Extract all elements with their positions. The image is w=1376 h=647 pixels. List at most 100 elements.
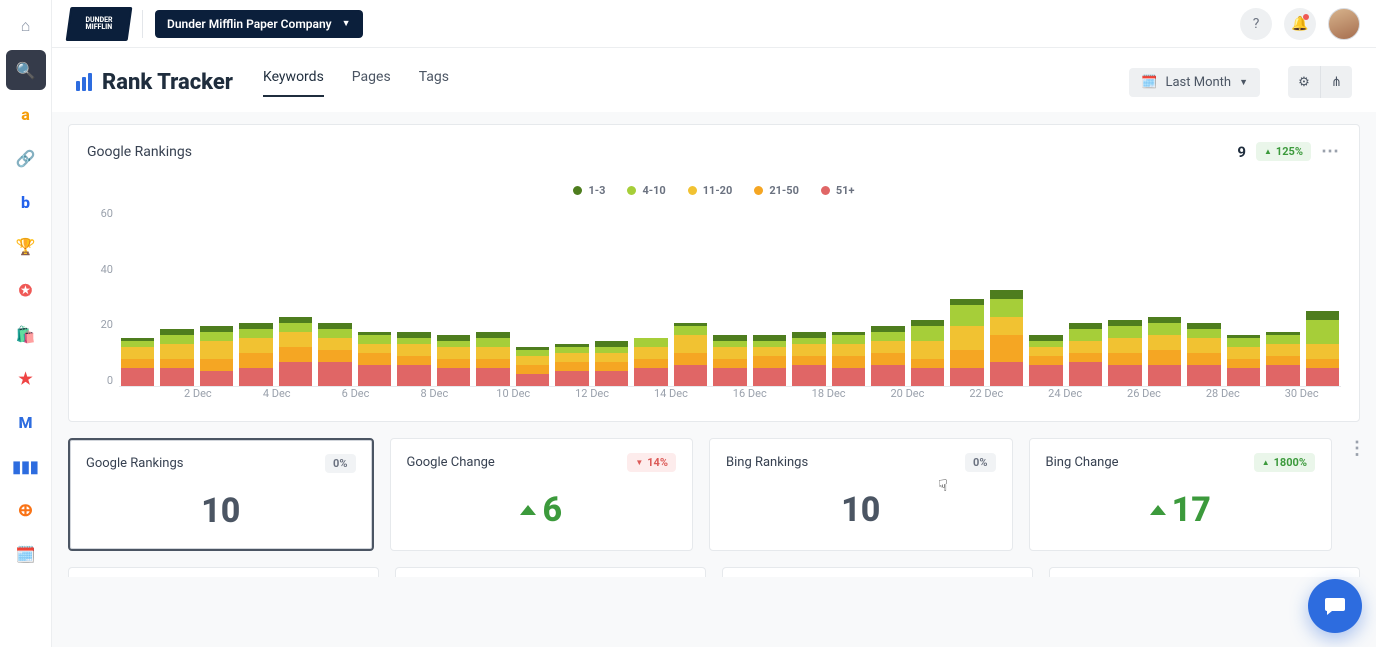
logo-line2: MIFFLIN xyxy=(85,24,112,31)
bar-col xyxy=(950,299,983,386)
bar-col xyxy=(1148,317,1181,386)
next-row-peek xyxy=(68,567,1360,577)
bag-icon: 🛍️ xyxy=(16,325,36,344)
b-icon: b xyxy=(21,193,30,212)
star-icon: ★ xyxy=(18,369,32,388)
metric-google-change[interactable]: Google Change ▼ 14% 6 xyxy=(390,438,694,551)
m-icon: M xyxy=(18,413,32,432)
rail-links[interactable]: 🔗 xyxy=(6,138,46,178)
x-tick: 14 Dec xyxy=(631,387,710,411)
rail-m[interactable]: M xyxy=(6,402,46,442)
avatar[interactable] xyxy=(1328,8,1360,40)
bar-col xyxy=(358,332,391,386)
metric-row-more[interactable]: ⋮ xyxy=(1348,438,1360,459)
trophy-icon: 🏆 xyxy=(16,237,36,256)
share-icon: ⋔ xyxy=(1331,75,1342,90)
metric-cards-row: Google Rankings 0% 10 Google Change ▼ 14… xyxy=(68,438,1360,551)
metric-bing-change[interactable]: Bing Change ▲ 1800% 17 xyxy=(1029,438,1333,551)
bar-col xyxy=(437,335,470,386)
rail-star[interactable]: ★ xyxy=(6,358,46,398)
calendar-icon: 🗓️ xyxy=(16,545,36,564)
metric-value: 17 xyxy=(1046,490,1316,530)
chart-summary-delta: ▲ 125% xyxy=(1256,142,1311,161)
cursor-icon: ☟ xyxy=(938,476,948,495)
date-range-dropdown[interactable]: 🗓️ Last Month ▼ xyxy=(1129,68,1260,97)
rail-fire[interactable]: ⴲ xyxy=(6,490,46,530)
rank-tracker-icon xyxy=(76,73,92,91)
bar-col xyxy=(239,323,272,386)
tab-tags[interactable]: Tags xyxy=(419,69,449,95)
rail-search[interactable]: 🔍 xyxy=(6,50,46,90)
rail-trophy[interactable]: 🏆 xyxy=(6,226,46,266)
bar-col xyxy=(832,332,865,386)
link-icon: 🔗 xyxy=(16,149,36,168)
bar-col xyxy=(1069,323,1102,386)
x-tick: 8 Dec xyxy=(395,387,474,411)
date-range-label: Last Month xyxy=(1165,75,1231,90)
metric-bing-rankings[interactable]: Bing Rankings 0% 10 xyxy=(709,438,1013,551)
share-button[interactable]: ⋔ xyxy=(1320,66,1352,98)
calendar-icon: 🗓️ xyxy=(1141,75,1157,90)
caret-up-icon xyxy=(520,505,536,515)
bar-col xyxy=(753,335,786,386)
bar-col xyxy=(595,341,628,386)
bar-col xyxy=(1029,335,1062,386)
topbar: DUNDER MIFFLIN Dunder Mifflin Paper Comp… xyxy=(52,0,1376,48)
metric-title: Google Change xyxy=(407,455,495,470)
bar-col xyxy=(871,326,904,386)
divider xyxy=(142,10,143,38)
rail-analytics[interactable]: ▮▮▮ xyxy=(6,446,46,486)
rail-amazon[interactable]: a xyxy=(6,94,46,134)
search-icon: 🔍 xyxy=(16,61,36,80)
bar-col xyxy=(279,317,312,386)
metric-value: 10 xyxy=(86,491,356,531)
fire-icon: ⴲ xyxy=(18,501,32,520)
tab-keywords[interactable]: Keywords xyxy=(263,69,324,95)
rail-compass[interactable]: ✪ xyxy=(6,270,46,310)
x-tick: 24 Dec xyxy=(1026,387,1105,411)
settings-button[interactable]: ⚙︎ xyxy=(1288,66,1320,98)
rail-calendar[interactable]: 🗓️ xyxy=(6,534,46,574)
notifications-button[interactable]: 🔔 xyxy=(1284,8,1316,40)
help-button[interactable]: ? xyxy=(1240,8,1272,40)
metric-title: Bing Rankings xyxy=(726,455,808,470)
bar-col xyxy=(1306,311,1339,386)
bar-col xyxy=(713,335,746,386)
bar-chart-icon: ▮▮▮ xyxy=(12,457,38,476)
chat-fab[interactable] xyxy=(1308,579,1362,633)
header-actions: ⚙︎ ⋔ xyxy=(1288,66,1352,98)
metric-delta: 0% xyxy=(965,453,995,472)
metric-delta: 0% xyxy=(325,454,355,473)
x-tick: 22 Dec xyxy=(947,387,1026,411)
rail-shopping[interactable]: 🛍️ xyxy=(6,314,46,354)
tab-pages[interactable]: Pages xyxy=(352,69,391,95)
card-menu-button[interactable]: ⋯ xyxy=(1321,141,1341,162)
rail-bing[interactable]: b xyxy=(6,182,46,222)
bar-col xyxy=(397,332,430,386)
chart-summary-value: 9 xyxy=(1237,143,1246,161)
company-dropdown[interactable]: Dunder Mifflin Paper Company ▼ xyxy=(155,10,363,38)
legend-1-3: 1-3 xyxy=(573,184,605,197)
bar-col xyxy=(792,332,825,386)
logo: DUNDER MIFFLIN xyxy=(66,7,133,41)
help-icon: ? xyxy=(1253,16,1260,32)
caret-up-icon: ▲ xyxy=(1264,147,1272,156)
bar-col xyxy=(1227,335,1260,386)
legend-21-50: 21-50 xyxy=(754,184,799,197)
company-label: Dunder Mifflin Paper Company xyxy=(167,17,332,31)
compass-icon: ✪ xyxy=(19,281,32,300)
metric-title: Bing Change xyxy=(1046,455,1119,470)
rail-home[interactable]: ⌂ xyxy=(6,6,46,46)
bar-chart xyxy=(119,201,1341,386)
google-rankings-card: Google Rankings 9 ▲ 125% ⋯ 1-3 4-10 11-2… xyxy=(68,124,1360,422)
notification-dot xyxy=(1303,14,1309,20)
x-tick: 6 Dec xyxy=(316,387,395,411)
y-axis: 60 40 20 0 xyxy=(87,201,119,411)
x-tick: 28 Dec xyxy=(1183,387,1262,411)
bar-col xyxy=(555,344,588,386)
caret-up-icon xyxy=(1150,505,1166,515)
bar-col xyxy=(200,326,233,386)
metric-google-rankings[interactable]: Google Rankings 0% 10 xyxy=(68,438,374,551)
bar-col xyxy=(1266,332,1299,386)
bar-col xyxy=(318,323,351,386)
